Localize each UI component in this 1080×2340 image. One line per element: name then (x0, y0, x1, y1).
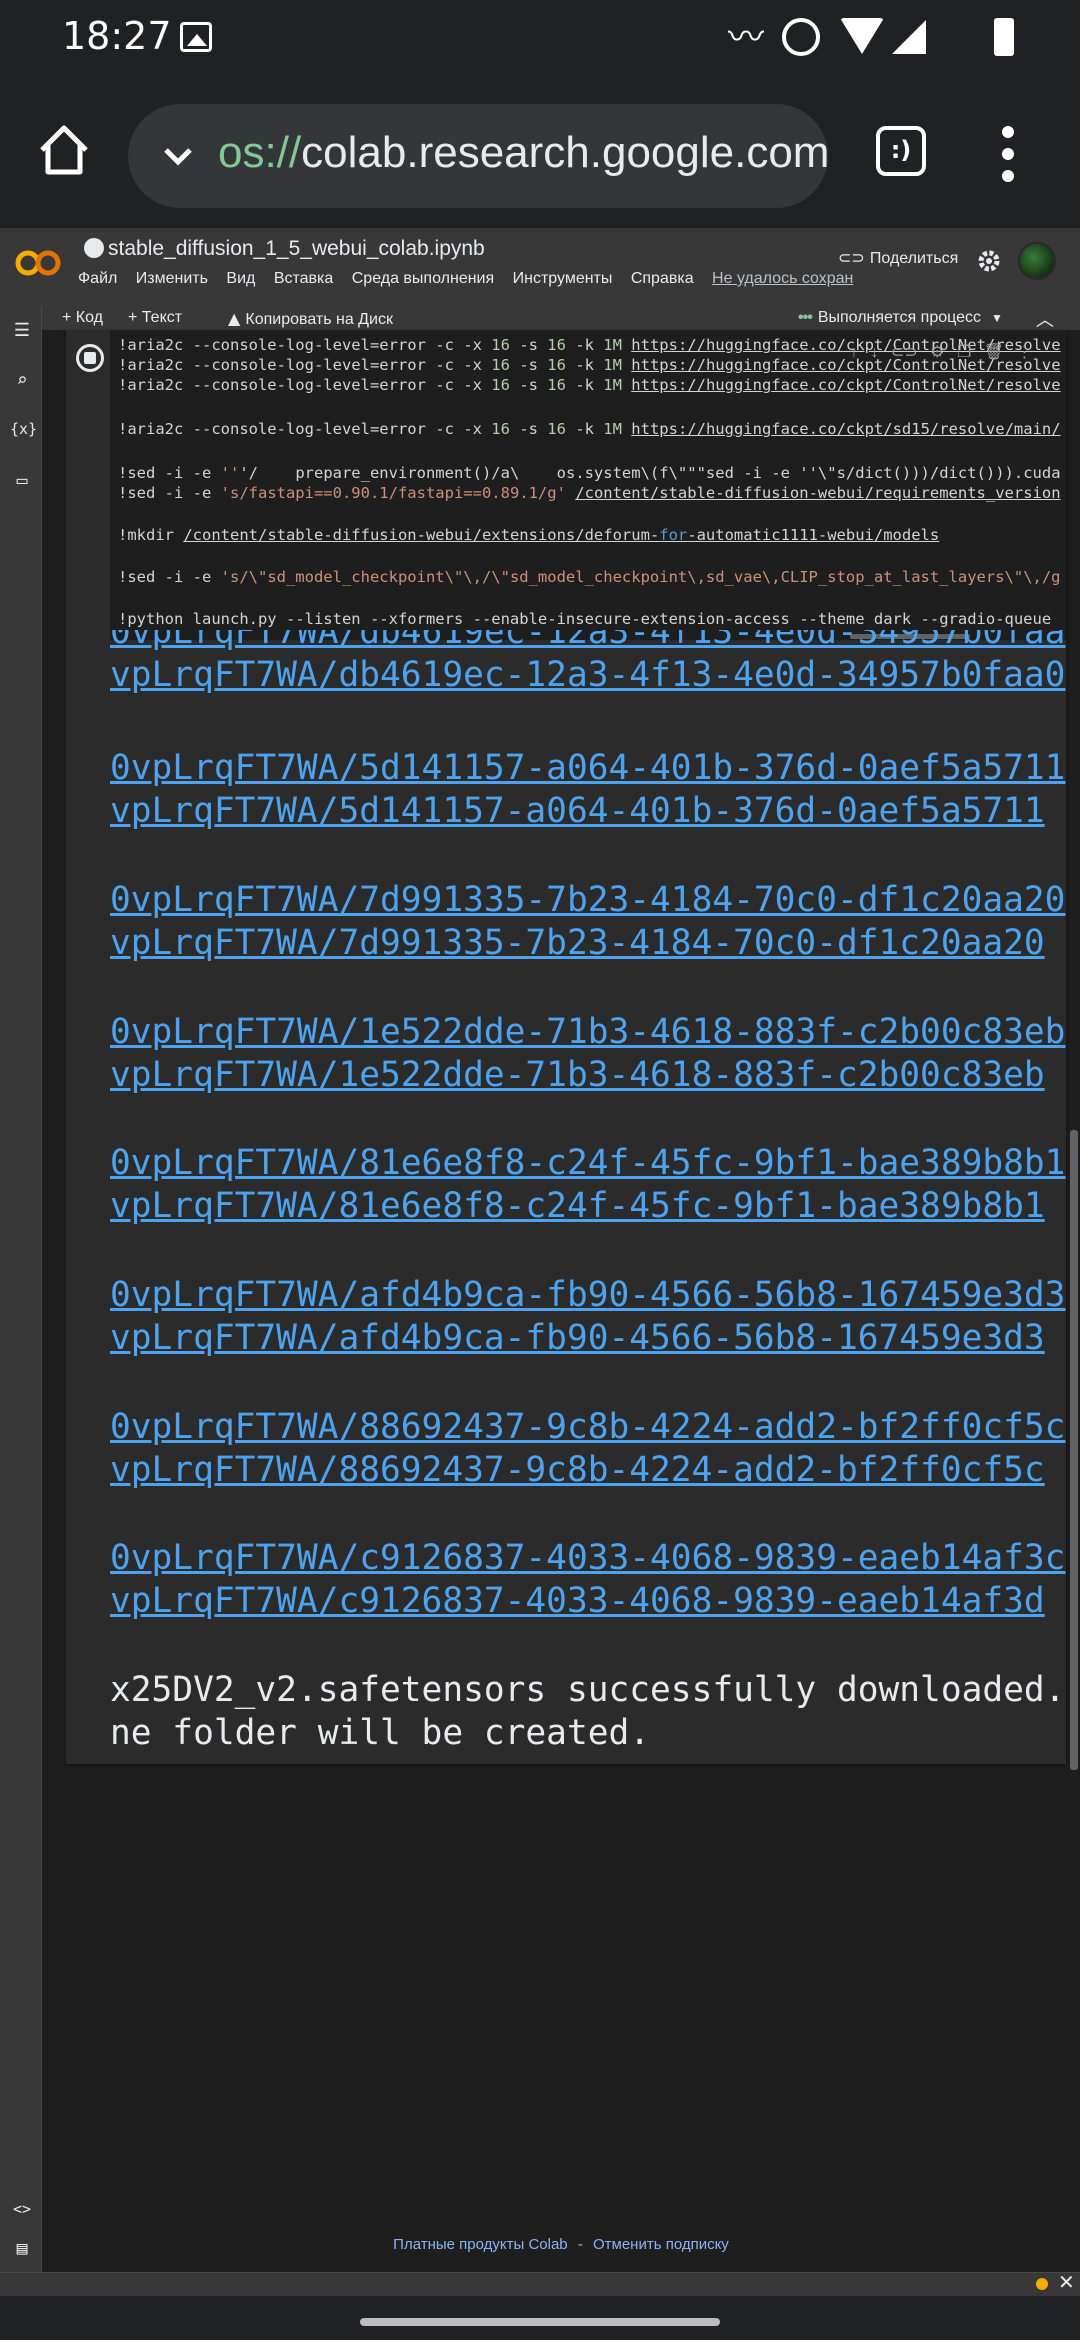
avatar[interactable] (1018, 242, 1056, 280)
url-bar[interactable]: os://colab.research.google.com (128, 104, 828, 208)
menu-bar: Файл Изменить Вид Вставка Среда выполнен… (78, 270, 867, 288)
output-text-line: ne folder will be created. (110, 1713, 651, 1753)
code-snippets-icon[interactable]: <> (10, 2200, 34, 2218)
url-text[interactable]: os://colab.research.google.com (218, 128, 828, 178)
colab-logo-icon[interactable] (14, 248, 64, 278)
code-editor[interactable]: !aria2c --console-log-level=error -c -x … (110, 330, 1066, 640)
files-folder-icon[interactable]: ▭ (10, 470, 34, 491)
settings-gear-icon[interactable] (976, 248, 1002, 279)
share-button[interactable]: ⊂⊃ Поделиться (838, 248, 958, 268)
alarm-icon (782, 18, 820, 56)
mirror-cell-icon[interactable]: ❐ (957, 344, 971, 361)
menu-file[interactable]: Файл (78, 270, 117, 287)
left-sidebar: ☰ ⌕ {x} ▭ <> ▤ (0, 306, 42, 2272)
cell-settings-icon[interactable]: ⚙ (930, 344, 944, 361)
cancel-subscription-link[interactable]: Отменить подписку (593, 2236, 729, 2253)
runtime-status[interactable]: ••• Выполняется процесс ▼ (798, 309, 1003, 327)
output-link[interactable]: vpLrqFT7WA/88692437-9c8b-4224-add2-bf2ff… (110, 1450, 1045, 1490)
drive-icon: ▲ (228, 309, 246, 328)
notebook-toolbar: + Код + Текст ▲ Копировать на Диск ••• Вы… (0, 306, 1080, 330)
status-indicator-icon (1036, 2278, 1048, 2290)
tab-switcher-button[interactable]: :) (876, 126, 926, 176)
menu-tools[interactable]: Инструменты (513, 270, 613, 287)
output-text-line: x25DV2_v2.safetensors successfully downl… (110, 1670, 1066, 1710)
menu-insert[interactable]: Вставка (274, 270, 333, 287)
menu-view[interactable]: Вид (226, 270, 255, 287)
notebook-title[interactable]: stable_diffusion_1_5_webui_colab.ipynb (84, 237, 485, 261)
output-link[interactable]: vpLrqFT7WA/81e6e8f8-c24f-45fc-9bf1-bae38… (110, 1186, 1045, 1226)
chevron-down-icon: ▼ (991, 311, 1003, 325)
close-icon[interactable]: ✕ (1058, 2270, 1075, 2295)
menu-runtime[interactable]: Среда выполнения (352, 270, 494, 287)
output-link[interactable]: 0vpLrqFT7WA/c9126837-4033-4068-9839-eaeb… (110, 1538, 1065, 1578)
browser-menu-icon[interactable] (990, 124, 1026, 184)
running-dots-icon: ••• (798, 309, 813, 326)
move-down-icon[interactable]: ↓ (870, 344, 878, 361)
runtime-status-label: Выполняется процесс (817, 309, 981, 326)
output-link[interactable]: 0vpLrqFT7WA/7d991335-7b23-4184-70c0-df1c… (110, 880, 1065, 920)
browser-toolbar: os://colab.research.google.com :) (0, 76, 1080, 228)
collapse-header-icon[interactable]: ︿ (1036, 306, 1054, 332)
move-up-icon[interactable]: ↑ (850, 344, 858, 361)
home-icon[interactable] (34, 120, 94, 180)
output-link[interactable]: 0vpLrqFT7WA/88692437-9c8b-4224-add2-bf2f… (110, 1407, 1065, 1447)
menu-edit[interactable]: Изменить (136, 270, 208, 287)
more-vert-icon[interactable]: ⋮ (1017, 344, 1033, 361)
output-link[interactable]: vpLrqFT7WA/afd4b9ca-fb90-4566-56b8-16745… (110, 1318, 1045, 1358)
cell-toolbar: ↑ ↓ ⊂⊃ ⚙ ❐ 🗑 ⋮ (850, 342, 1041, 362)
image-notification-icon (180, 22, 212, 52)
page-scrollbar[interactable] (1070, 1130, 1078, 1770)
footer: Платные продукты Colab - Отменить подпис… (42, 2236, 1080, 2253)
status-time: 18:27 (62, 14, 172, 58)
chevron-down-icon[interactable] (158, 136, 198, 176)
paid-products-link[interactable]: Платные продукты Colab (393, 2236, 567, 2253)
url-scheme: os:// (218, 128, 302, 177)
output-link[interactable]: vpLrqFT7WA/c9126837-4033-4068-9839-eaeb1… (110, 1581, 1045, 1621)
code-line: !aria2c --console-log-level=error -c -x … (118, 420, 1061, 438)
notebook-title-text: stable_diffusion_1_5_webui_colab.ipynb (108, 237, 485, 260)
battery-icon (994, 18, 1014, 56)
menu-help[interactable]: Справка (631, 270, 694, 287)
footer-separator: - (577, 2236, 583, 2253)
url-host: colab.research.google.com (301, 128, 828, 177)
signal-icon (892, 20, 926, 54)
output-link[interactable]: vpLrqFT7WA/db4619ec-12a3-4f13-4e0d-34957… (110, 655, 1065, 695)
cell-output: 0vpLrqFT7WA/db4619ec-12a3-4f13-4e0d-3495… (110, 630, 1066, 1764)
bottom-status-bar (0, 2272, 1080, 2296)
variables-icon[interactable]: {x} (10, 420, 37, 438)
output-link[interactable]: vpLrqFT7WA/1e522dde-71b3-4618-883f-c2b00… (110, 1055, 1045, 1095)
save-warning-link[interactable]: Не удалось сохран (712, 270, 853, 287)
colab-header: stable_diffusion_1_5_webui_colab.ipynb Ф… (0, 228, 1080, 306)
output-link[interactable]: 0vpLrqFT7WA/afd4b9ca-fb90-4566-56b8-1674… (110, 1275, 1065, 1315)
copy-to-drive-button[interactable]: ▲ Копировать на Диск (228, 309, 393, 329)
output-link[interactable]: vpLrqFT7WA/5d141157-a064-401b-376d-0aef5… (110, 791, 1045, 831)
output-link[interactable]: 0vpLrqFT7WA/1e522dde-71b3-4618-883f-c2b0… (110, 1012, 1065, 1052)
output-link[interactable]: 0vpLrqFT7WA/81e6e8f8-c24f-45fc-9bf1-bae3… (110, 1143, 1065, 1183)
output-link[interactable]: 0vpLrqFT7WA/db4619ec-12a3-4f13-4e0d-3495… (110, 630, 1065, 652)
stop-execution-button[interactable] (76, 344, 104, 372)
link-icon: ⊂⊃ (838, 248, 870, 267)
link-icon[interactable]: ⊂⊃ (891, 344, 918, 361)
github-icon (84, 238, 104, 258)
output-link[interactable]: 0vpLrqFT7WA/5d141157-a064-401b-376d-0aef… (110, 748, 1065, 788)
wifi-icon (840, 18, 884, 54)
code-line: !aria2c --console-log-level=error -c -x … (118, 376, 1061, 394)
copy-to-drive-label: Копировать на Диск (245, 311, 393, 328)
code-line: !sed -i -e '''/ prepare_environment()/a\… (118, 464, 1061, 482)
terminal-icon[interactable]: ▤ (10, 2238, 34, 2259)
vibrate-off-icon: 〰 (728, 17, 765, 58)
output-link[interactable]: vpLrqFT7WA/7d991335-7b23-4184-70c0-df1c2… (110, 923, 1045, 963)
share-label: Поделиться (869, 250, 959, 267)
code-line: !sed -i -e 's/\"sd_model_checkpoint\"\,/… (118, 568, 1061, 586)
gesture-handle[interactable] (360, 2318, 720, 2326)
code-line: !sed -i -e 's/fastapi==0.90.1/fastapi==0… (118, 484, 1061, 502)
delete-icon[interactable]: 🗑 (984, 344, 1004, 361)
code-line: !mkdir /content/stable-diffusion-webui/e… (118, 526, 940, 544)
add-code-button[interactable]: + Код (62, 309, 103, 327)
code-line: !python launch.py --listen --xformers --… (118, 610, 1052, 628)
add-text-button[interactable]: + Текст (128, 309, 182, 327)
table-of-contents-icon[interactable]: ☰ (10, 320, 34, 341)
search-icon[interactable]: ⌕ (10, 370, 34, 391)
